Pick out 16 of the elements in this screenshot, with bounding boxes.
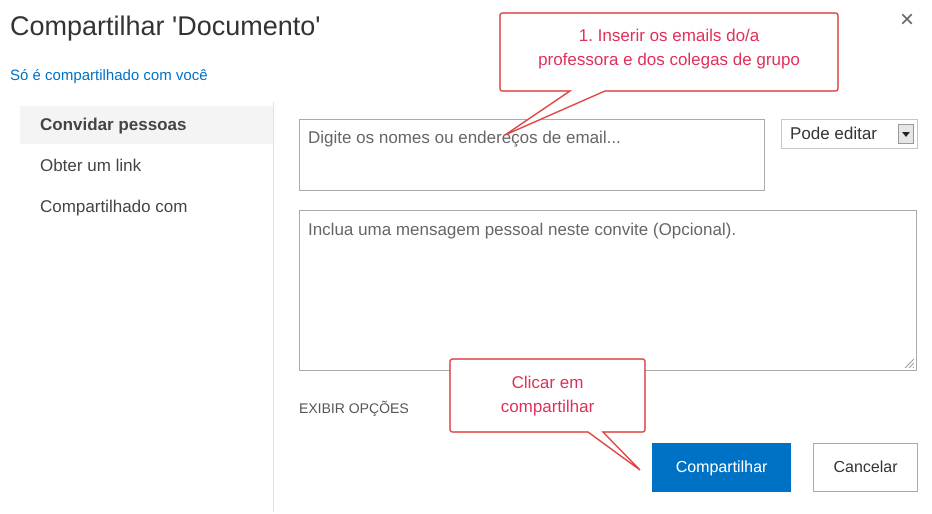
sidebar-tab[interactable]: Compartilhado com: [20, 188, 273, 226]
close-button[interactable]: ×: [900, 8, 914, 32]
show-options-link[interactable]: EXIBIR OPÇÕES: [299, 400, 409, 416]
sidebar-tab[interactable]: Obter um link: [20, 147, 273, 185]
message-field[interactable]: Inclua uma mensagem pessoal neste convite (Opcional).: [299, 210, 917, 371]
share-button[interactable]: Compartilhar: [652, 443, 791, 492]
permission-dropdown[interactable]: Pode editar: [781, 119, 918, 149]
sharing-status-link[interactable]: Só é compartilhado com você: [10, 67, 208, 84]
dialog-title: Compartilhar 'Documento': [10, 10, 320, 43]
callout-text: 1. Inserir os emails do/a professora e dos colegas de grupo: [538, 25, 800, 71]
sidebar-tab[interactable]: Convidar pessoas: [20, 106, 273, 144]
cancel-button[interactable]: Cancelar: [813, 443, 918, 492]
callout-text: Clicar em compartilhar: [500, 372, 594, 418]
resize-grip-icon: [904, 358, 914, 368]
dropdown-caret-icon: [898, 124, 914, 144]
people-field[interactable]: Digite os nomes ou endereços de email...: [299, 119, 765, 191]
